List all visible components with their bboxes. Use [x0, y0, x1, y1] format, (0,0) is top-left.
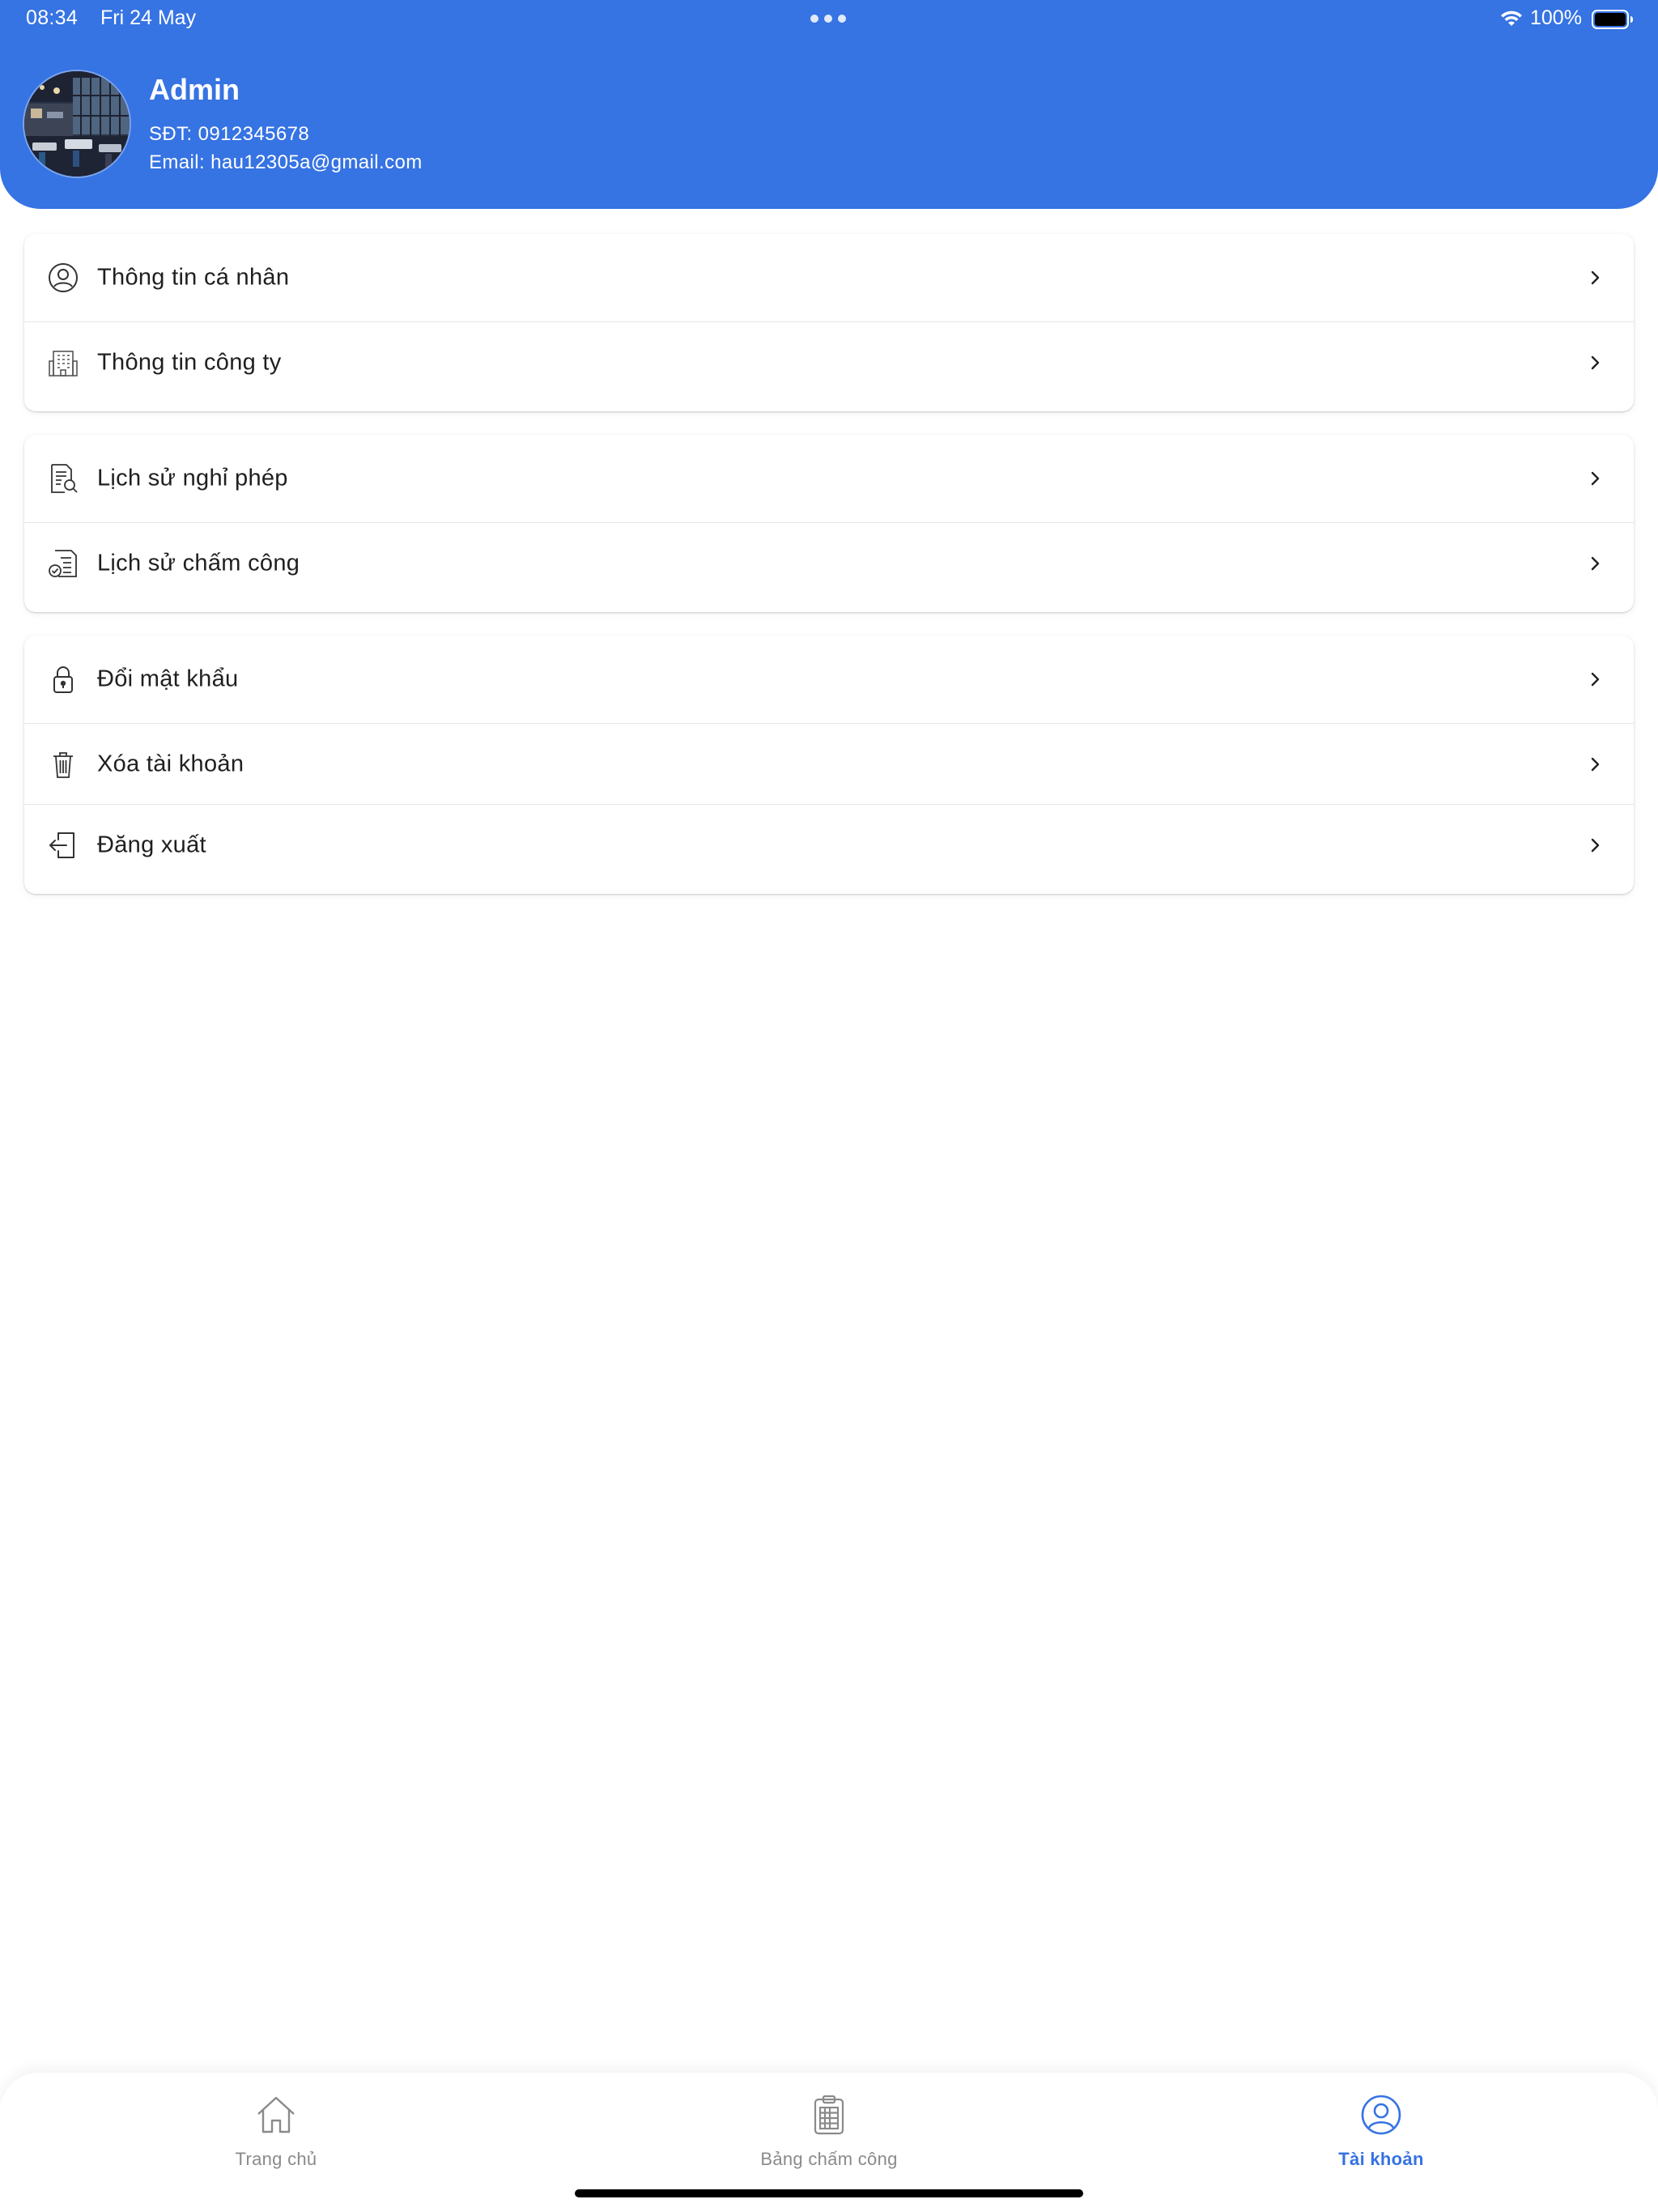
building-icon [49, 350, 78, 376]
status-date: Fri 24 May [100, 6, 197, 29]
chevron-right-icon [1591, 270, 1600, 285]
status-bar: 08:34 Fri 24 May 100% [0, 0, 1658, 39]
home-indicator [575, 2189, 1083, 2197]
document-check-icon [49, 549, 77, 577]
menu-item-label: Lịch sử chấm công [97, 550, 300, 576]
chevron-right-icon [1591, 556, 1600, 570]
wifi-icon [1501, 11, 1522, 26]
logout-icon [49, 832, 74, 858]
chevron-right-icon [1591, 757, 1600, 771]
tab-label: Trang chủ [235, 2149, 317, 2169]
menu-item-attendance-history[interactable]: Lịch sử chấm công [24, 523, 1634, 603]
status-time: 08:34 [26, 6, 79, 29]
profile-email: Email: hau12305a@gmail.com [149, 151, 423, 173]
clipboard-icon [814, 2095, 844, 2135]
tab-label: Tài khoản [1338, 2149, 1424, 2169]
battery-percentage: 100% [1530, 6, 1582, 29]
profile-header: 08:34 Fri 24 May 100% Admin SĐT: 0912345… [0, 0, 1658, 209]
restaurant-photo-avatar [24, 71, 130, 177]
menu-item-label: Thông tin công ty [97, 349, 282, 375]
tab-timesheet[interactable]: Bảng chấm công [708, 2092, 950, 2189]
chevron-right-icon [1591, 672, 1600, 687]
battery-icon [1592, 10, 1633, 29]
home-icon [257, 2096, 295, 2133]
account-screen: 08:34 Fri 24 May 100% Admin SĐT: 0912345… [0, 0, 1658, 2212]
tab-account[interactable]: Tài khoản [1260, 2092, 1503, 2189]
lock-icon [53, 666, 73, 693]
profile-phone: SĐT: 0912345678 [149, 123, 310, 145]
menu-item-label: Xóa tài khoản [97, 751, 244, 776]
trash-icon [53, 751, 73, 778]
menu-item-label: Đăng xuất [97, 832, 206, 857]
menu-item-label: Đổi mật khẩu [97, 666, 239, 692]
tab-label: Bảng chấm công [760, 2149, 898, 2169]
menu-group-account-actions: Đổi mật khẩu Xóa tài khoản Đăng xuất [24, 636, 1634, 894]
user-circle-icon [49, 263, 78, 292]
menu-item-change-password[interactable]: Đổi mật khẩu [24, 636, 1634, 724]
menu-item-leave-history[interactable]: Lịch sử nghỉ phép [24, 435, 1634, 523]
menu-group-history: Lịch sử nghỉ phép Lịch sử chấm công [24, 435, 1634, 612]
avatar[interactable] [24, 71, 130, 177]
chevron-right-icon [1591, 471, 1600, 486]
menu-item-delete-account[interactable]: Xóa tài khoản [24, 724, 1634, 805]
chevron-right-icon [1591, 838, 1600, 852]
tab-home[interactable]: Trang chủ [155, 2092, 397, 2189]
menu-group-profile: Thông tin cá nhân Thông tin công ty [24, 234, 1634, 411]
chevron-right-icon [1591, 355, 1600, 369]
menu-item-logout[interactable]: Đăng xuất [24, 805, 1634, 885]
menu-item-personal-info[interactable]: Thông tin cá nhân [24, 234, 1634, 322]
profile-name: Admin [149, 73, 240, 106]
menu-item-label: Thông tin cá nhân [97, 264, 290, 291]
menu-item-label: Lịch sử nghỉ phép [97, 465, 288, 491]
more-dots-icon[interactable] [810, 14, 847, 23]
document-search-icon [51, 464, 78, 493]
menu-item-company-info[interactable]: Thông tin công ty [24, 322, 1634, 402]
account-icon [1361, 2095, 1401, 2135]
